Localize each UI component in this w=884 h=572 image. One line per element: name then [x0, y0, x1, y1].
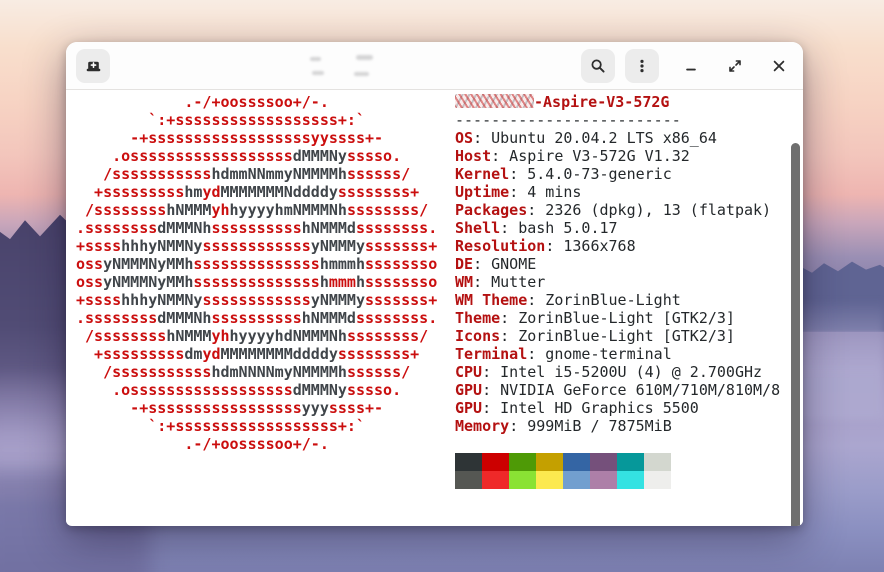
minimize-icon: [683, 58, 699, 74]
terminal-window: .-/+oossssoo+/-. `:+ssssssssssssssssss+:…: [66, 42, 803, 526]
palette-swatch: [644, 471, 671, 489]
ascii-line: /ssssssssssshdmmNNmmyNMMMMhssssss/: [76, 165, 437, 183]
palette-swatch: [509, 453, 536, 471]
new-tab-icon: [85, 57, 102, 74]
neofetch-separator: -------------------------: [455, 111, 780, 129]
ascii-line: ossyNMMMNyMMhsssssssssssssshmmmhssssssso: [76, 255, 437, 273]
ascii-line: -+sssssssssssssssssyyyssss+-: [76, 399, 437, 417]
blank-line: [455, 435, 780, 453]
search-button[interactable]: [581, 49, 615, 83]
palette-swatch: [482, 453, 509, 471]
info-row: Uptime: 4 mins: [455, 183, 780, 201]
ascii-line: .ossssssssssssssssssdMMMNysssso.: [76, 381, 437, 399]
info-row: Memory: 999MiB / 7875MiB: [455, 417, 780, 435]
headerbar: [66, 42, 803, 90]
kebab-menu-icon: [634, 58, 650, 74]
info-row: Resolution: 1366x768: [455, 237, 780, 255]
redacted-username: [455, 94, 534, 108]
info-row: GPU: NVIDIA GeForce 610M/710M/810M/8: [455, 381, 780, 399]
neofetch-info: -Aspire-V3-572G ------------------------…: [455, 93, 780, 489]
ascii-line: .ossssssssssssssssssdMMMNysssso.: [76, 147, 437, 165]
scrollbar-thumb[interactable]: [791, 143, 800, 526]
ascii-line: /sssssssshNMMMyhhyyyyhmNMMMNhssssssss/: [76, 201, 437, 219]
palette-swatch: [509, 471, 536, 489]
mist-right: [794, 300, 884, 420]
minimize-button[interactable]: [677, 52, 705, 80]
palette-swatch: [455, 453, 482, 471]
window-title: [296, 50, 496, 82]
palette-swatch: [536, 471, 563, 489]
palette-row-normal: [455, 453, 780, 471]
ascii-line: `:+ssssssssssssssssss+:`: [76, 417, 437, 435]
ascii-line: .-/+oossssoo+/-.: [76, 93, 437, 111]
new-tab-button[interactable]: [76, 49, 110, 83]
palette-row-bright: [455, 471, 780, 489]
ascii-line: +sssssssssdmydMMMMMMMMddddyssssssss+: [76, 345, 437, 363]
ascii-line: /ssssssssssshdmNNNNmyNMMMMhssssss/: [76, 363, 437, 381]
palette-swatch: [563, 453, 590, 471]
palette-swatch: [455, 471, 482, 489]
restore-button[interactable]: [721, 52, 749, 80]
ascii-line: .-/+oossssoo+/-.: [76, 435, 437, 453]
info-row: WM: Mutter: [455, 273, 780, 291]
info-row: Packages: 2326 (dpkg), 13 (flatpak): [455, 201, 780, 219]
palette-swatch: [482, 471, 509, 489]
info-row: CPU: Intel i5-5200U (4) @ 2.700GHz: [455, 363, 780, 381]
info-row: WM Theme: ZorinBlue-Light: [455, 291, 780, 309]
info-row: DE: GNOME: [455, 255, 780, 273]
info-row: Shell: bash 5.0.17: [455, 219, 780, 237]
ascii-line: .ssssssssdMMMNhsssssssssshNMMMdssssssss.: [76, 219, 437, 237]
terminal-content[interactable]: .-/+oossssoo+/-. `:+ssssssssssssssssss+:…: [66, 90, 803, 525]
info-row: Kernel: 5.4.0-73-generic: [455, 165, 780, 183]
ascii-line: `:+ssssssssssssssssss+:`: [76, 111, 437, 129]
ascii-line: +ssssssssshmydMMMMMMMNddddyssssssss+: [76, 183, 437, 201]
palette-swatch: [617, 453, 644, 471]
info-row: Host: Aspire V3-572G V1.32: [455, 147, 780, 165]
ascii-line: -+ssssssssssssssssssyyssss+-: [76, 129, 437, 147]
ascii-line: +sssshhhyNMMNyssssssssssssyNMMMysssssss+: [76, 237, 437, 255]
info-row: Icons: ZorinBlue-Light [GTK2/3]: [455, 327, 780, 345]
info-row: GPU: Intel HD Graphics 5500: [455, 399, 780, 417]
ascii-line: +sssshhhyNMMNyssssssssssssyNMMMysssssss+: [76, 291, 437, 309]
info-row: Terminal: gnome-terminal: [455, 345, 780, 363]
title-redaction-smudge: [354, 72, 369, 76]
ascii-line: .ssssssssdMMMNhsssssssssshNMMMdssssssss.: [76, 309, 437, 327]
title-redaction-smudge: [312, 71, 324, 75]
search-icon: [590, 58, 606, 74]
ascii-line: ossyNMMMNyMMhsssssssssssssshmmmhssssssso: [76, 273, 437, 291]
neofetch-title-line: -Aspire-V3-572G: [455, 93, 780, 111]
close-icon: [771, 58, 787, 74]
menu-button[interactable]: [625, 49, 659, 83]
palette-swatch: [590, 453, 617, 471]
palette-swatch: [590, 471, 617, 489]
hostname-text: -Aspire-V3-572G: [534, 93, 669, 111]
palette-swatch: [536, 453, 563, 471]
ascii-line: /sssssssshNMMMyhhyyyyhdNMMMNhssssssss/: [76, 327, 437, 345]
palette-swatch: [563, 471, 590, 489]
neofetch-info-rows: OS: Ubuntu 20.04.2 LTS x86_64Host: Aspir…: [455, 129, 780, 435]
info-row: OS: Ubuntu 20.04.2 LTS x86_64: [455, 129, 780, 147]
title-redaction-smudge: [310, 57, 321, 61]
restore-icon: [727, 58, 743, 74]
palette-swatch: [617, 471, 644, 489]
neofetch-ascii-logo: .-/+oossssoo+/-. `:+ssssssssssssssssss+:…: [76, 93, 437, 453]
close-button[interactable]: [765, 52, 793, 80]
info-row: Theme: ZorinBlue-Light [GTK2/3]: [455, 309, 780, 327]
title-redaction-smudge: [356, 55, 373, 60]
palette-swatch: [644, 453, 671, 471]
